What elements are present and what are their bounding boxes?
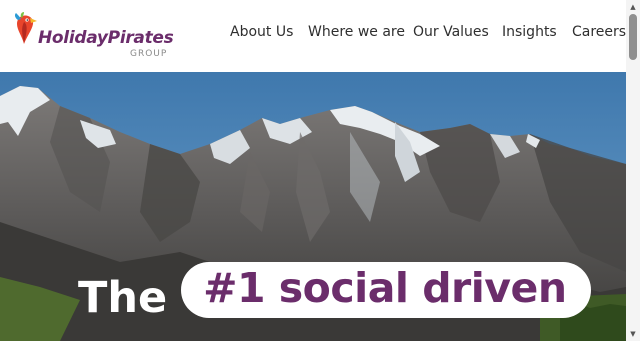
brand-name: HolidayPirates — [38, 28, 174, 48]
nav-our-values[interactable]: Our Values — [413, 24, 489, 40]
site-header: HolidayPirates GROUP About Us Where we a… — [0, 0, 626, 72]
headline-highlight: #1 social driven — [203, 263, 567, 312]
nav-about-us[interactable]: About Us — [230, 24, 293, 40]
headline-pill: #1 social driven — [181, 262, 591, 318]
brand-sub: GROUP — [130, 49, 168, 59]
parrot-icon — [14, 12, 37, 45]
hero-headline: The #1 social driven — [78, 262, 591, 342]
scroll-up-arrow-icon[interactable]: ▲ — [628, 2, 638, 12]
scroll-down-arrow-icon[interactable]: ▼ — [628, 329, 638, 339]
holidaypirates-logo[interactable]: HolidayPirates GROUP — [12, 12, 182, 60]
nav-where-we-are[interactable]: Where we are — [308, 24, 405, 40]
headline-the: The — [78, 273, 168, 323]
nav-insights[interactable]: Insights — [502, 24, 557, 40]
page-scrollbar[interactable]: ▲ ▼ — [626, 0, 640, 341]
nav-careers[interactable]: Careers — [572, 24, 626, 40]
scroll-thumb[interactable] — [629, 14, 637, 60]
